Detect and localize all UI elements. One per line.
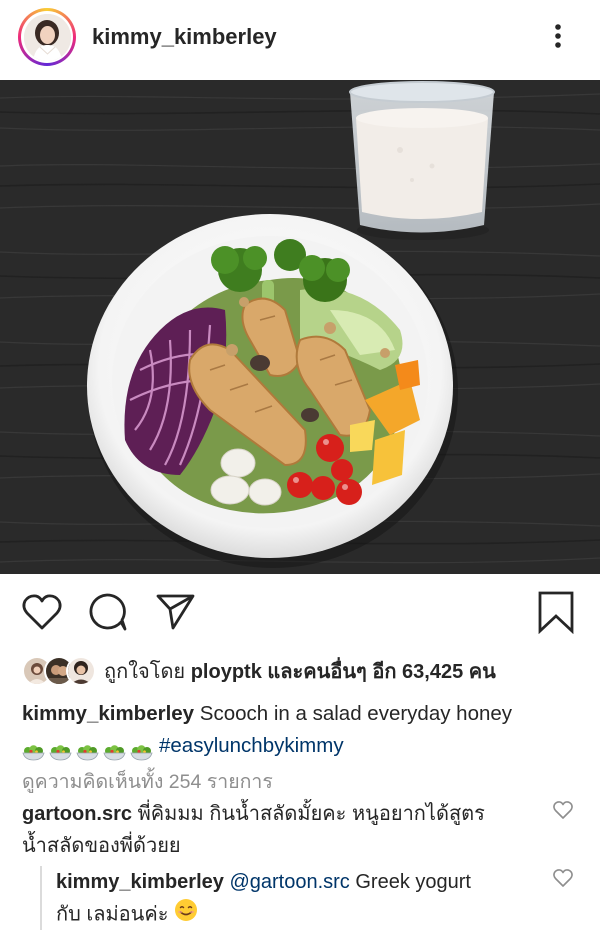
caption-hashtag[interactable]: #easylunchbykimmy [159, 734, 344, 757]
liker-username[interactable]: ployptk [191, 661, 262, 683]
smiling-face-emoji [174, 898, 198, 932]
likes-summary[interactable]: ถูกใจโดย ployptk และคนอื่นๆ อีก 63,425 ค… [22, 654, 496, 688]
comment-like-heart-icon[interactable] [552, 800, 574, 820]
comment-reply: kimmy_kimberley @gartoon.src Greek yogur… [56, 866, 536, 932]
comment-text-continued: น้ำสลัดของพี่ด้วยย [22, 835, 181, 857]
likes-text: ถูกใจโดย ployptk และคนอื่นๆ อีก 63,425 ค… [104, 655, 496, 687]
post-header: kimmy_kimberley [0, 0, 600, 78]
caption-username[interactable]: kimmy_kimberley [22, 702, 194, 725]
salad-bowl-emoji [130, 739, 153, 760]
reply-mention[interactable]: @gartoon.src [229, 871, 349, 893]
comment-bubble-icon[interactable] [86, 590, 130, 634]
comment-username[interactable]: gartoon.src [22, 803, 132, 825]
post-caption: kimmy_kimberley Scooch in a salad everyd… [22, 698, 582, 762]
likes-suffix[interactable]: คน [469, 661, 496, 683]
salad-bowl-emoji [49, 739, 72, 760]
caption-text: Scooch in a salad everyday honey [199, 702, 513, 725]
post-actions [0, 590, 600, 638]
comment-text: พี่คิมมม กินน้ำสลัดมั้ยคะ หนูอยากได้สูตร [137, 803, 485, 825]
comment-item: gartoon.src พี่คิมมม กินน้ำสลัดมั้ยคะ หน… [22, 798, 542, 862]
bookmark-icon[interactable] [534, 590, 578, 635]
likes-others-label[interactable]: และคนอื่นๆ อีก [267, 661, 396, 683]
profile-avatar[interactable] [18, 8, 76, 66]
likes-count[interactable]: 63,425 [402, 661, 463, 683]
salad-bowl-emoji [76, 739, 99, 760]
salad-bowl-emoji [22, 739, 45, 760]
likes-prefix: ถูกใจโดย [104, 661, 186, 683]
post-photo[interactable] [0, 80, 600, 574]
liker-avatar [66, 656, 96, 686]
like-heart-icon[interactable] [20, 590, 64, 634]
view-all-comments-link[interactable]: ดูความคิดเห็นทั้ง 254 รายการ [22, 766, 273, 797]
reply-like-heart-icon[interactable] [552, 868, 574, 888]
reply-text-continued: กับ เลม่อนค่ะ [56, 903, 169, 926]
salad-emoji-group [22, 739, 153, 760]
reply-text: Greek yogurt [355, 871, 471, 893]
reply-thread-line [40, 866, 42, 930]
salad-bowl-emoji [103, 739, 126, 760]
more-options-icon[interactable] [546, 20, 570, 52]
share-send-icon[interactable] [153, 590, 197, 634]
reply-username[interactable]: kimmy_kimberley [56, 871, 224, 893]
post-username[interactable]: kimmy_kimberley [92, 24, 277, 50]
